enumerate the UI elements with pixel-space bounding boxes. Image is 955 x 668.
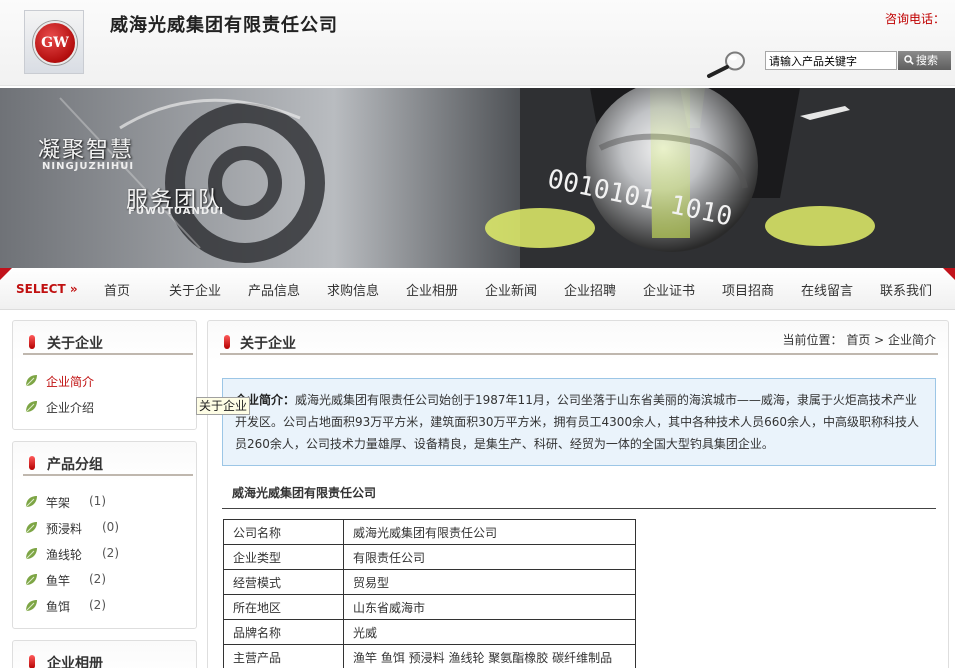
leaf-icon — [25, 496, 37, 508]
nav-item-contact[interactable]: 联系我们 — [880, 280, 932, 299]
leaf-icon — [25, 574, 37, 586]
info-value: 贸易型 — [343, 569, 636, 595]
nav-corner-right — [943, 268, 955, 280]
info-key: 品牌名称 — [223, 619, 344, 645]
info-value: 有限责任公司 — [343, 544, 636, 570]
divider — [222, 508, 936, 509]
info-key: 企业类型 — [223, 544, 344, 570]
product-group-label: 鱼饵 — [46, 600, 71, 614]
product-group-label: 预浸料 — [46, 522, 83, 536]
hover-tooltip: 关于企业 — [196, 397, 251, 415]
sidebar-about-panel: 关于企业 企业简介 企业介绍 — [12, 320, 197, 430]
bullet-pill-icon — [29, 655, 35, 668]
info-key: 所在地区 — [223, 594, 344, 620]
logo-emblem: GW — [33, 21, 77, 65]
sidebar-products-header: 产品分组 — [23, 452, 193, 476]
nav-item-message[interactable]: 在线留言 — [801, 280, 853, 299]
leaf-icon — [25, 522, 37, 534]
hero-banner: 0010101 1010 凝聚智慧 NINGJUZHIHUI 服务团队 FUWU… — [0, 88, 955, 268]
company-logo[interactable]: GW — [24, 10, 84, 74]
product-group-label: 渔线轮 — [46, 548, 83, 562]
nav-item-jobs[interactable]: 企业招聘 — [564, 280, 616, 299]
info-value: 威海光威集团有限责任公司 — [343, 519, 636, 545]
bullet-pill-icon — [224, 335, 230, 349]
search-button-label: 搜索 — [916, 54, 938, 67]
magnifier-icon — [707, 51, 745, 78]
sidebar-item-label: 企业简介 — [46, 375, 95, 389]
sidebar-about-header: 关于企业 — [23, 331, 193, 355]
nav-item-album[interactable]: 企业相册 — [406, 280, 458, 299]
search-icon — [904, 55, 914, 65]
company-info-table: 公司名称 威海光威集团有限责任公司 企业类型 有限责任公司 经营模式 贸易型 所在地区… — [223, 519, 636, 668]
company-heading: 威海光威集团有限责任公司 — [232, 486, 377, 500]
info-value: 渔竿 鱼饵 预浸料 渔线轮 聚氨酯橡胶 碳纤维制品 — [343, 644, 636, 668]
product-group-count: (1) — [89, 494, 106, 508]
breadcrumb[interactable]: 当前位置： 首页 > 企业简介 — [783, 331, 937, 348]
sidebar-about-title: 关于企业 — [47, 336, 103, 352]
banner-slogan-1: 凝聚智慧 — [38, 138, 135, 163]
sidebar-album-panel: 企业相册 — [12, 640, 197, 668]
product-group-label: 鱼竿 — [46, 574, 71, 588]
sidebar-products-panel: 产品分组 竿架 (1) 预浸料 (0) 渔线轮 (2) 鱼竿 (2) 鱼饵 (2… — [12, 441, 197, 629]
product-group-count: (2) — [89, 598, 106, 612]
table-row: 主营产品 渔竿 鱼饵 预浸料 渔线轮 聚氨酯橡胶 碳纤维制品 — [223, 644, 636, 668]
nav-corner-left — [0, 268, 12, 280]
banner-slogan-2-en: FUWUTUANDUI — [128, 206, 224, 217]
info-key: 经营模式 — [223, 569, 344, 595]
info-key: 公司名称 — [223, 519, 344, 545]
sidebar-album-header: 企业相册 — [23, 651, 193, 668]
intro-text: 威海光威集团有限责任公司始创于1987年11月，公司坐落于山东省美丽的海滨城市—… — [235, 393, 919, 451]
table-row: 公司名称 威海光威集团有限责任公司 — [223, 519, 636, 545]
leaf-icon — [25, 600, 37, 612]
search-input[interactable] — [765, 51, 897, 70]
page-title: 关于企业 — [240, 336, 296, 352]
nav-item-purchase[interactable]: 求购信息 — [327, 280, 379, 299]
product-group-label: 竿架 — [46, 496, 71, 510]
leaf-icon — [25, 375, 37, 387]
sidebar-products-title: 产品分组 — [47, 457, 103, 473]
banner-slogan-1-en: NINGJUZHIHUI — [42, 161, 135, 172]
hotline-label: 咨询电话： — [884, 12, 945, 26]
site-header: GW 威海光威集团有限责任公司 咨询电话： 搜索 — [0, 0, 955, 86]
product-group-count: (2) — [102, 546, 119, 560]
nav-select-label: SELECT » — [16, 282, 78, 296]
main-nav: SELECT » 首页 关于企业 产品信息 求购信息 企业相册 企业新闻 企业招… — [0, 268, 955, 310]
company-intro-box: 企业简介：威海光威集团有限责任公司始创于1987年11月，公司坐落于山东省美丽的… — [222, 378, 936, 466]
info-key: 主营产品 — [223, 644, 344, 668]
bullet-pill-icon — [29, 335, 35, 349]
sidebar-album-title: 企业相册 — [47, 656, 103, 668]
nav-item-products[interactable]: 产品信息 — [248, 280, 300, 299]
leaf-icon — [25, 401, 37, 413]
main-header: 关于企业 当前位置： 首页 > 企业简介 — [220, 331, 938, 355]
main-content: 关于企业 当前位置： 首页 > 企业简介 企业简介：威海光威集团有限责任公司始创… — [207, 320, 949, 668]
banner-graphic: 0010101 1010 — [0, 88, 955, 268]
sidebar-item-label: 企业介绍 — [46, 401, 95, 415]
site-title: 威海光威集团有限责任公司 — [110, 15, 338, 36]
product-group-count: (0) — [102, 520, 119, 534]
bullet-pill-icon — [29, 456, 35, 470]
table-row: 企业类型 有限责任公司 — [223, 544, 636, 570]
info-value: 山东省威海市 — [343, 594, 636, 620]
table-row: 所在地区 山东省威海市 — [223, 594, 636, 620]
table-row: 经营模式 贸易型 — [223, 569, 636, 595]
leaf-icon — [25, 548, 37, 560]
nav-item-about[interactable]: 关于企业 — [169, 280, 221, 299]
search-button[interactable]: 搜索 — [898, 51, 951, 70]
nav-item-home[interactable]: 首页 — [104, 280, 130, 299]
info-value: 光威 — [343, 619, 636, 645]
nav-item-investment[interactable]: 项目招商 — [722, 280, 774, 299]
nav-item-news[interactable]: 企业新闻 — [485, 280, 537, 299]
product-group-count: (2) — [89, 572, 106, 586]
table-row: 品牌名称 光威 — [223, 619, 636, 645]
nav-item-certs[interactable]: 企业证书 — [643, 280, 695, 299]
